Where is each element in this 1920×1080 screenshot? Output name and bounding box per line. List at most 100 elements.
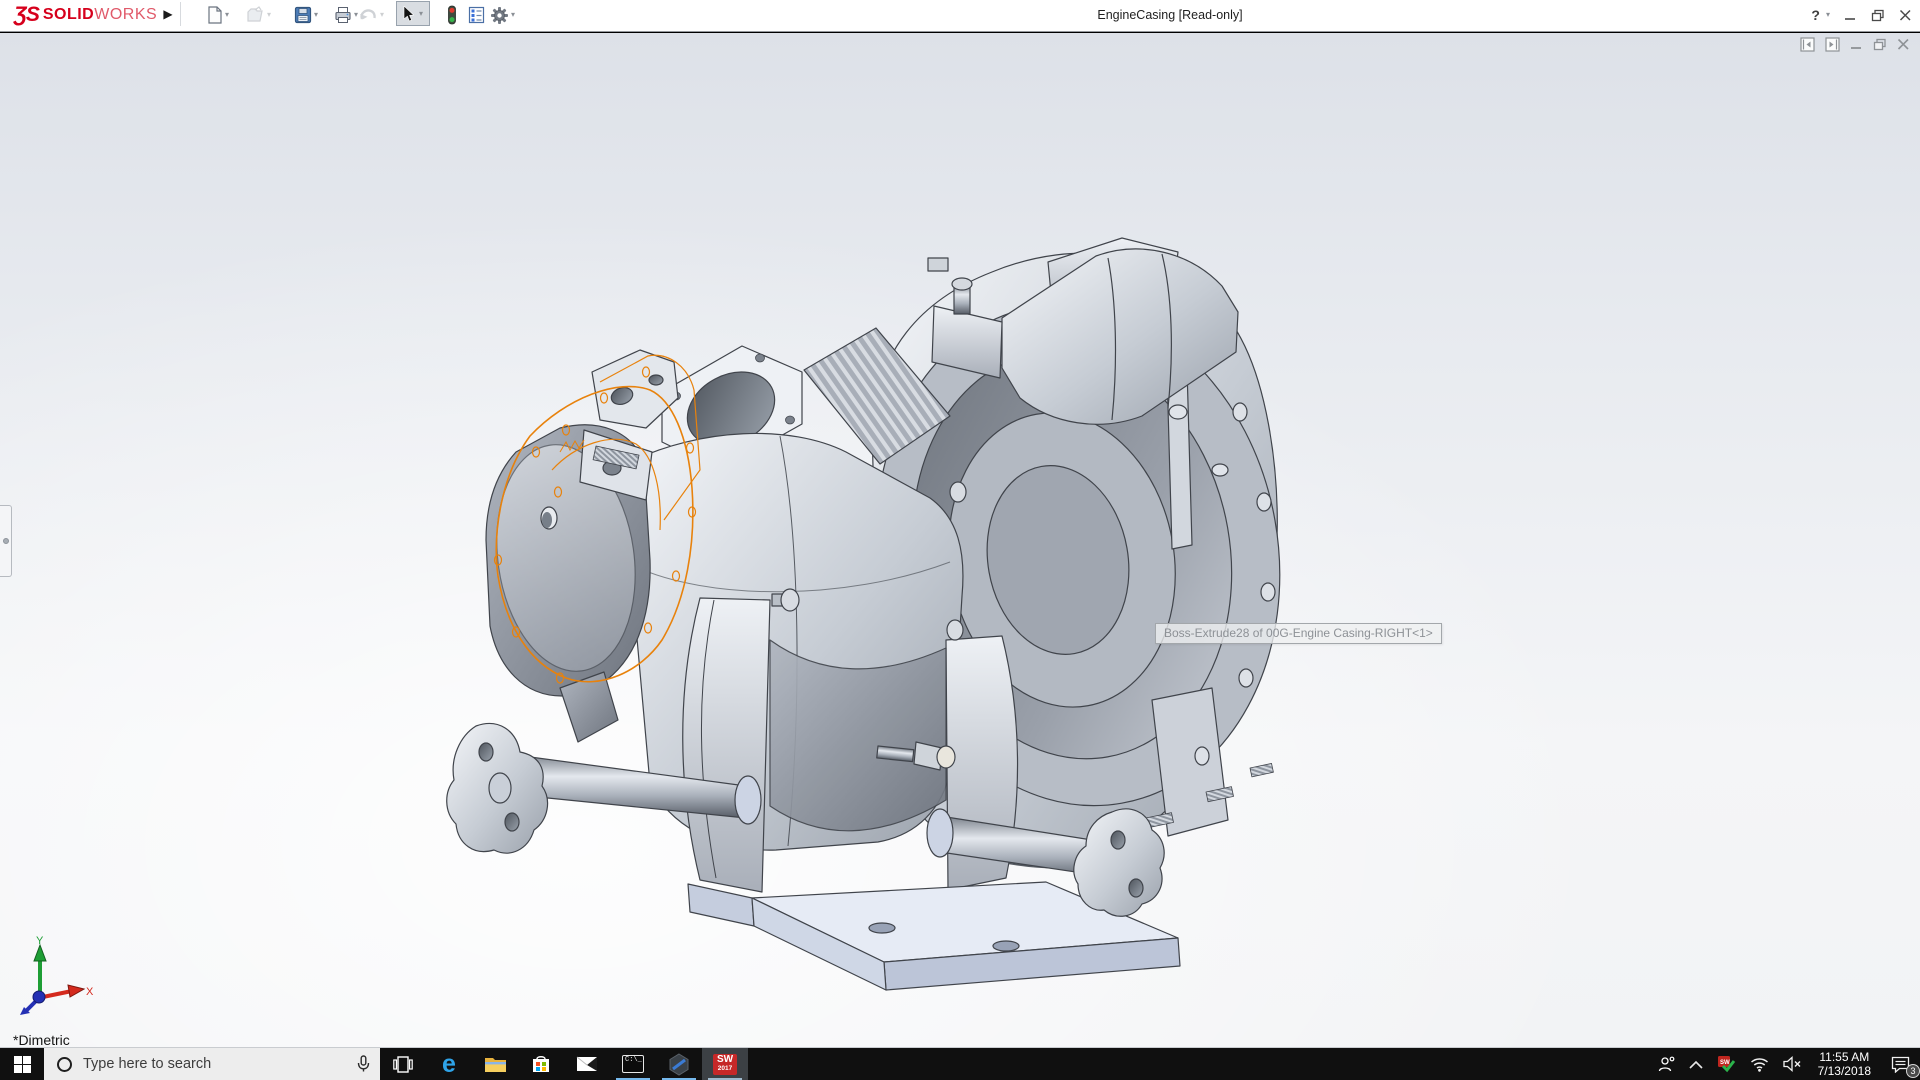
new-document-icon [206,6,223,24]
document-window-controls [1800,37,1910,52]
tray-overflow-button[interactable] [1682,1048,1710,1080]
file-properties-button[interactable] [468,3,485,27]
graphics-area[interactable]: Boss-Extrude28 of 00G-Engine Casing-RIGH… [0,33,1920,1048]
volume-button[interactable] [1776,1048,1809,1080]
hex-bolt-head[interactable] [950,482,966,502]
task-view-button[interactable] [380,1048,426,1080]
threaded-stud[interactable] [1250,763,1273,776]
undo-button[interactable]: ▾ [358,3,384,27]
base-rear[interactable] [688,884,754,926]
rebuild-button[interactable] [446,3,458,27]
solidworks-logo: ƷS SOLIDWORKS [14,3,157,27]
toolbar-separator [180,2,181,26]
select-cursor-icon [403,6,416,22]
bracket-hole[interactable] [649,375,663,385]
minimize-button[interactable] [1844,9,1857,22]
action-center-button[interactable]: 3 [1880,1048,1920,1080]
taskbar-clock[interactable]: 11:55 AM 7/13/2018 [1809,1048,1880,1080]
tab-dot-icon [3,538,9,544]
select-tool-button[interactable]: ▾ [396,1,430,26]
solidworks-app-icon: SW 2017 [713,1054,737,1075]
help-button[interactable]: ? [1811,7,1820,23]
hexagon-app-icon [668,1053,690,1076]
restore-icon [1871,9,1885,22]
axle-collar[interactable] [927,809,953,857]
file-properties-icon [468,6,485,24]
doc-minimize-button[interactable] [1850,38,1863,51]
print-button[interactable]: ▾ [334,3,358,27]
taskbar-app-store[interactable] [518,1048,564,1080]
taskbar-app-mail[interactable] [564,1048,610,1080]
title-bar: ƷS SOLIDWORKS ▶ ▾ ▾ ▾ [0,0,1920,32]
system-tray: SW 11:55 AM 7/13/2018 [1651,1048,1920,1080]
close-icon [1899,9,1912,22]
open-button[interactable]: ▾ [246,3,271,27]
flange-hole[interactable] [505,813,519,831]
hex-bolt-head[interactable] [947,620,963,640]
svg-text:SW: SW [1720,1060,1730,1066]
base-hole[interactable] [869,923,895,933]
save-button[interactable]: ▾ [294,3,318,27]
open-caret: ▾ [267,10,271,20]
traffic-light-icon [446,5,458,25]
store-icon [531,1054,551,1074]
solidworks-monitor-tray[interactable]: SW [1710,1048,1743,1080]
notification-badge: 3 [1906,1064,1920,1078]
doc-restore-icon [1873,38,1887,51]
cavity-bolt[interactable] [1169,405,1187,419]
cover-nut[interactable] [928,258,948,271]
wifi-icon [1750,1057,1769,1072]
flange-hole[interactable] [1129,879,1143,897]
mail-icon [576,1056,598,1072]
task-view-icon [393,1056,413,1073]
taskbar-app-hexagon[interactable] [656,1048,702,1080]
open-icon [246,6,265,24]
flange-hole[interactable] [1111,831,1125,849]
doc-minimize-icon [1850,38,1863,51]
axle-collar[interactable] [735,776,761,824]
start-button[interactable] [0,1048,44,1080]
cavity-bolt[interactable] [1212,464,1228,476]
options-caret[interactable]: ▾ [511,10,515,20]
stand-web[interactable] [770,640,946,831]
save-caret[interactable]: ▾ [314,10,318,20]
select-tool-caret[interactable]: ▾ [419,9,423,19]
feature-manager-collapsed-tab[interactable] [0,505,12,577]
toolbar-flyout-icon[interactable]: ▶ [161,5,175,23]
clock-date: 7/13/2018 [1818,1064,1871,1078]
doc-close-button[interactable] [1897,38,1910,51]
close-button[interactable] [1899,9,1912,22]
wifi-button[interactable] [1743,1048,1776,1080]
hex-bolt-head[interactable] [781,589,799,611]
cover-hole-shade [542,512,552,528]
new-document-caret[interactable]: ▾ [225,10,229,20]
sw-icon-label: SW [717,1054,733,1065]
command-prompt-icon: C:\_ [622,1055,644,1073]
base-hole[interactable] [993,941,1019,951]
minimize-icon [1844,9,1857,22]
taskbar-app-file-explorer[interactable] [472,1048,518,1080]
new-document-button[interactable]: ▾ [206,3,229,27]
triad-y-label: Y [36,935,44,947]
people-button[interactable] [1651,1048,1682,1080]
cover-bolt-head[interactable] [952,278,972,290]
pane-left-button[interactable] [1800,37,1815,52]
taskbar-app-command-prompt[interactable]: C:\_ [610,1048,656,1080]
pane-right-button[interactable] [1825,37,1840,52]
taskbar-app-solidworks[interactable]: SW 2017 [702,1048,748,1080]
microphone-icon[interactable] [357,1055,370,1073]
windows-taskbar: Type here to search e [0,1048,1920,1080]
orientation-triad-icon: Y X [10,935,94,1019]
doc-restore-button[interactable] [1873,38,1887,51]
help-caret[interactable]: ▾ [1826,10,1830,20]
dome-bolt-cap[interactable] [937,746,955,768]
stand-left-leg[interactable] [683,598,770,892]
doc-close-icon [1897,38,1910,51]
flange-hole[interactable] [479,743,493,761]
engine-casing-model[interactable] [0,33,1920,1048]
taskbar-search-input[interactable]: Type here to search [44,1048,380,1080]
restore-button[interactable] [1871,9,1885,22]
sw-icon-year: 2017 [713,1065,737,1073]
options-button[interactable]: ▾ [490,3,515,27]
taskbar-app-edge[interactable]: e [426,1048,472,1080]
